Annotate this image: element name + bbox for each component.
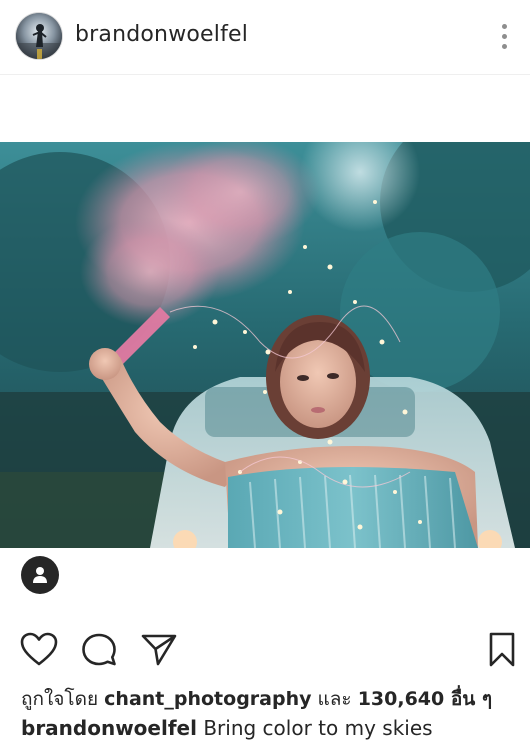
likes-count-link[interactable]: 130,640 อื่น ๆ (358, 688, 492, 710)
likes-prefix: ถูกใจโดย (21, 688, 99, 710)
send-icon (141, 634, 177, 666)
share-button[interactable] (140, 632, 178, 668)
photo-illustration (0, 142, 530, 548)
person-tag-icon (33, 567, 47, 583)
heart-icon (20, 632, 58, 666)
post-actions-bar (0, 628, 530, 670)
post-header: brandonwoelfel (0, 0, 530, 75)
post-username[interactable]: brandonwoelfel (75, 22, 248, 47)
like-button[interactable] (20, 632, 58, 668)
comment-icon (82, 633, 116, 666)
comment-button[interactable] (80, 632, 118, 668)
liker-username[interactable]: chant_photography (104, 688, 311, 710)
caption-text: Bring color to my skies (203, 716, 433, 740)
post-photo[interactable] (0, 142, 530, 548)
likes-joiner: และ (317, 688, 352, 710)
avatar[interactable] (16, 13, 62, 59)
avatar-image (16, 13, 62, 59)
likes-summary: ถูกใจโดย chant_photography และ 130,640 อ… (21, 684, 492, 714)
save-button[interactable] (484, 632, 522, 668)
caption-username[interactable]: brandonwoelfel (21, 716, 197, 740)
post-caption: brandonwoelfel Bring color to my skies (21, 716, 433, 740)
instagram-post: brandonwoelfel ถูกใจโดย chant_photograph… (0, 0, 530, 753)
bookmark-icon (489, 632, 515, 667)
more-options-button[interactable] (492, 22, 516, 52)
tagged-people-button[interactable] (21, 556, 59, 594)
more-vertical-icon (502, 24, 507, 29)
